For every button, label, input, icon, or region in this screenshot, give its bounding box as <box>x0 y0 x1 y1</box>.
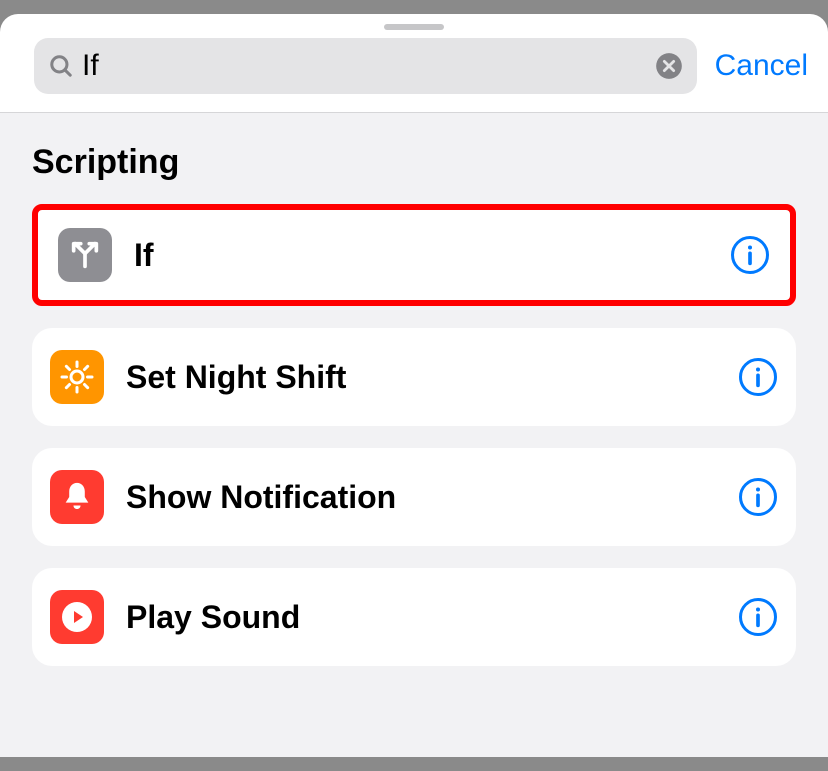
action-item-show-notification[interactable]: Show Notification <box>32 448 796 546</box>
search-input[interactable] <box>82 49 655 83</box>
action-item-if[interactable]: If <box>32 204 796 306</box>
play-icon <box>50 590 104 644</box>
info-button[interactable] <box>738 357 778 397</box>
search-bar: Cancel <box>0 38 828 112</box>
cancel-button[interactable]: Cancel <box>715 49 808 83</box>
section-title: Scripting <box>32 143 796 182</box>
action-search-sheet: Cancel Scripting If <box>0 14 828 757</box>
action-label: Set Night Shift <box>126 359 738 396</box>
info-button[interactable] <box>738 597 778 637</box>
bell-icon <box>50 470 104 524</box>
action-label: If <box>134 237 730 274</box>
info-button[interactable] <box>738 477 778 517</box>
action-item-play-sound[interactable]: Play Sound <box>32 568 796 666</box>
branch-icon <box>58 228 112 282</box>
action-label: Show Notification <box>126 479 738 516</box>
sun-icon <box>50 350 104 404</box>
sheet-grabber[interactable] <box>384 24 444 30</box>
search-icon <box>48 53 74 79</box>
action-label: Play Sound <box>126 599 738 636</box>
search-field[interactable] <box>34 38 697 94</box>
action-item-set-night-shift[interactable]: Set Night Shift <box>32 328 796 426</box>
info-button[interactable] <box>730 235 770 275</box>
results-section: Scripting If <box>0 113 828 757</box>
clear-search-button[interactable] <box>655 52 683 80</box>
